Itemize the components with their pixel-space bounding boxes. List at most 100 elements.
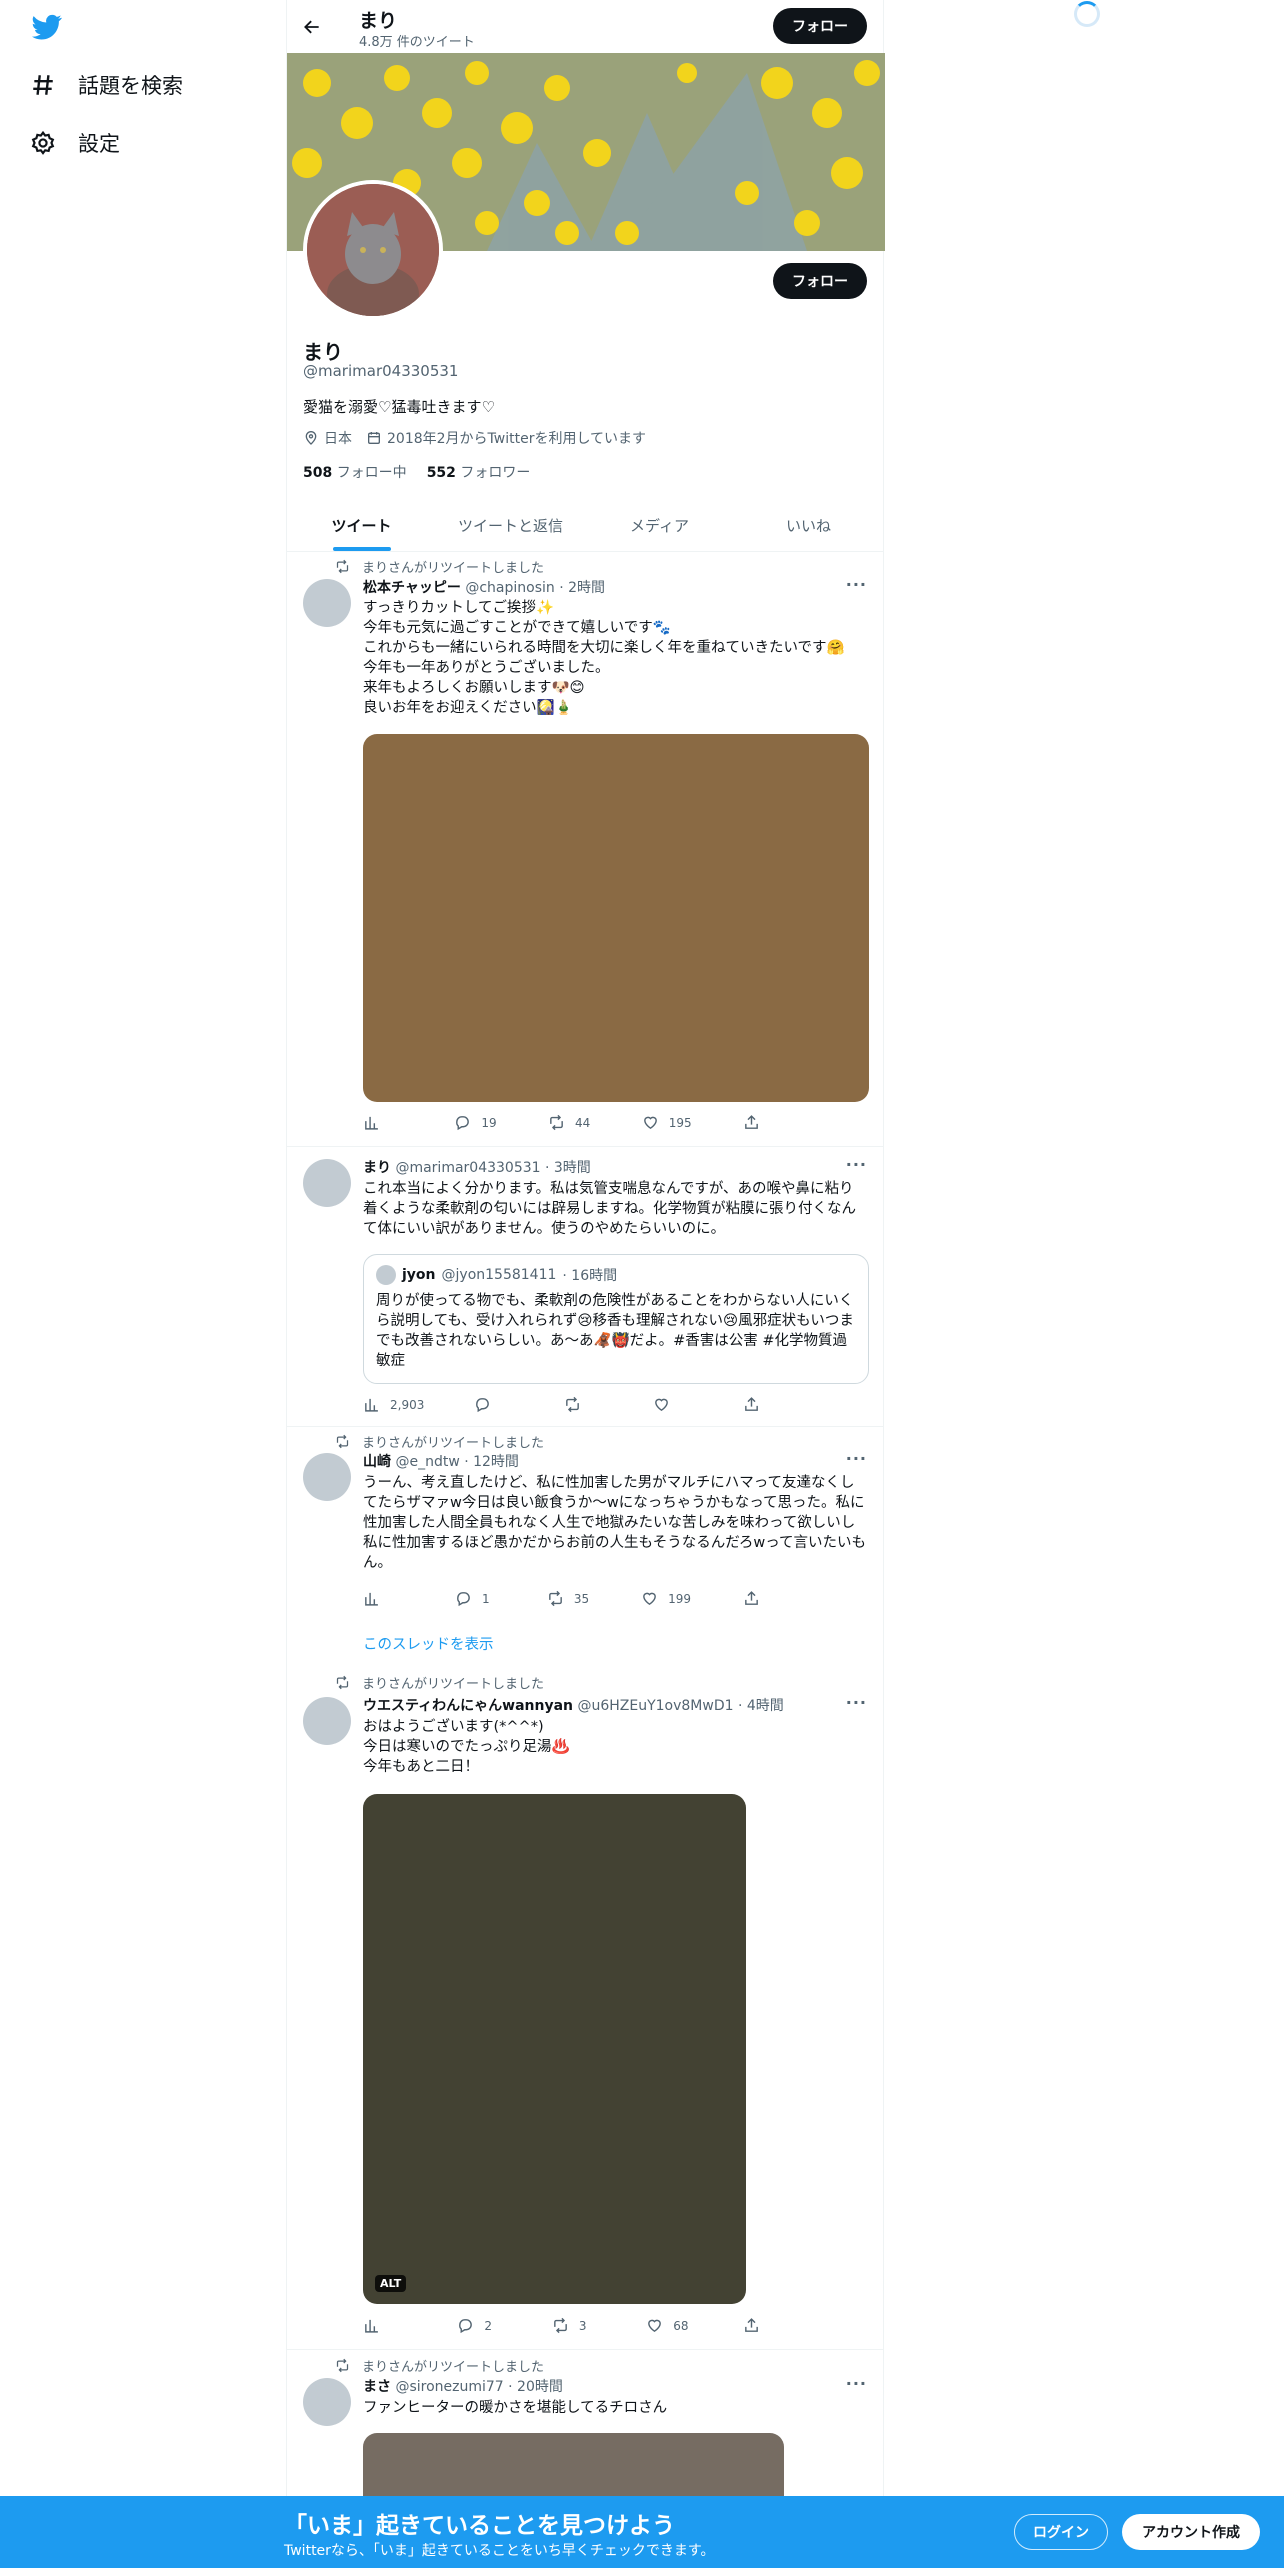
retweet-indicator: まりさんがリツイートしました [335, 2356, 544, 2375]
tweet[interactable]: まりさんがリツイートしました 山崎 @e_ndtw · 12時間 ··· うーん… [287, 1427, 883, 1667]
alt-badge[interactable]: ALT [375, 2275, 407, 2292]
followers-link[interactable]: 552 フォロワー [427, 462, 531, 482]
profile-meta: 日本 2018年2月からTwitterを利用しています [303, 428, 646, 448]
nav-settings[interactable]: 設定 [30, 128, 120, 158]
tweet-actions: 2 3 68 [363, 2317, 783, 2334]
like-button[interactable]: 195 [642, 1114, 692, 1131]
tweet[interactable]: まりさんがリツイートしました ウエスティわんにゃんwannyan @u6HZEu… [287, 1667, 883, 2350]
header-follow-button[interactable]: フォロー [773, 8, 867, 44]
tweet-text: ファンヒーターの暖かさを堪能してるチロさん [363, 2400, 668, 2416]
quoted-tweet-header: jyon @jyon15581411 · 16時間 [376, 1265, 617, 1285]
author-name[interactable]: まり [363, 1160, 391, 1176]
tweet-time[interactable]: · 3時間 [545, 1160, 591, 1176]
retweet-icon [553, 2317, 567, 2334]
author-name[interactable]: 松本チャッピー [363, 580, 461, 596]
retweet-button[interactable] [564, 1396, 604, 1413]
avatar[interactable] [303, 2378, 351, 2426]
reply-button[interactable]: 1 [455, 1590, 495, 1607]
share-button[interactable] [743, 1396, 783, 1413]
reply-count: 1 [481, 1591, 490, 1606]
author-name[interactable]: まさ [363, 2379, 391, 2395]
reply-icon [456, 1116, 470, 1131]
location-pin-icon [305, 431, 317, 445]
avatar[interactable] [303, 1159, 351, 1207]
avatar[interactable] [303, 1453, 351, 1501]
profile-bio: 愛猫を溺愛♡猛毒吐きます♡ [303, 398, 495, 416]
like-button[interactable]: 199 [641, 1590, 691, 1607]
quoted-tweet[interactable]: jyon @jyon15581411 · 16時間 周りが使ってる物でも、柔軟剤… [363, 1254, 869, 1384]
profile-location-text: 日本 [324, 431, 352, 447]
signup-button[interactable]: アカウント作成 [1122, 2514, 1260, 2550]
tweet-actions: 19 44 195 [363, 1114, 783, 1131]
like-button[interactable] [653, 1396, 693, 1413]
tweet[interactable]: まりさんがリツイートしました 松本チャッピー @chapinosin · 2時間… [287, 553, 883, 1147]
views-button[interactable] [363, 1590, 403, 1607]
reply-button[interactable]: 2 [457, 2317, 497, 2334]
analytics-icon [365, 1592, 378, 1606]
profile-follow-button[interactable]: フォロー [773, 263, 867, 299]
avatar[interactable] [303, 579, 351, 627]
tweet-time[interactable]: · 4時間 [738, 1698, 784, 1714]
author-handle[interactable]: @chapinosin [465, 580, 554, 596]
tweet-media[interactable]: ALT [363, 1794, 746, 2304]
views-count: 2,903 [390, 1397, 425, 1412]
author-handle[interactable]: @sironezumi77 [395, 2379, 503, 2395]
views-button[interactable] [363, 2317, 403, 2334]
profile-tabs: ツイート ツイートと返信 メディア いいね [287, 500, 883, 552]
author-name[interactable]: 山崎 [363, 1454, 391, 1470]
more-options-icon[interactable]: ··· [846, 2374, 867, 2393]
more-options-icon[interactable]: ··· [846, 1693, 867, 1712]
tab-likes[interactable]: いいね [734, 500, 883, 551]
tab-tweets-and-replies[interactable]: ツイートと返信 [436, 500, 585, 551]
following-link[interactable]: 508 フォロー中 [303, 462, 407, 482]
retweet-indicator: まりさんがリツイートしました [335, 1432, 544, 1451]
twitter-logo-icon[interactable] [30, 12, 66, 44]
reply-button[interactable] [474, 1396, 514, 1413]
like-count: 68 [673, 2318, 689, 2333]
tweet-time[interactable]: · 20時間 [508, 2379, 563, 2395]
tab-tweets[interactable]: ツイート [287, 500, 436, 551]
tweet-text: うーん、考え直したけど、私に性加害した男がマルチにハマって友達なくしてたらザマァ… [363, 1475, 866, 1571]
retweet-icon [565, 1396, 579, 1413]
profile-avatar[interactable] [303, 180, 443, 320]
profile-joined-text: 2018年2月からTwitterを利用しています [387, 431, 647, 447]
avatar[interactable] [303, 1697, 351, 1745]
share-button[interactable] [743, 2317, 783, 2334]
calendar-icon [368, 432, 380, 444]
tweet-text: おはようございます(*^^*) 今日は寒いのでたっぷり足湯♨️ 今年もあと二日！ [363, 1719, 570, 1775]
share-button[interactable] [743, 1590, 783, 1607]
more-options-icon[interactable]: ··· [846, 1449, 867, 1468]
retweeted-by-text: まりさんがリツイートしました [362, 2360, 545, 2375]
tweet-media[interactable] [363, 734, 869, 1102]
header-name: まり [359, 10, 398, 32]
back-button[interactable] [297, 12, 327, 42]
author-name[interactable]: ウエスティわんにゃんwannyan [363, 1698, 573, 1714]
author-handle[interactable]: @u6HZEuY1ov8MwD1 [577, 1698, 733, 1714]
views-button[interactable] [363, 1114, 403, 1131]
reply-count: 19 [481, 1115, 497, 1130]
tweet-time[interactable]: · 2時間 [559, 580, 605, 596]
more-options-icon[interactable]: ··· [846, 575, 867, 594]
views-button[interactable]: 2,903 [363, 1396, 424, 1413]
gear-icon [31, 130, 55, 155]
profile-follow-stats: 508 フォロー中 552 フォロワー [303, 462, 530, 482]
signup-banner: 「いま」起きていることを見つけよう Twitterなら、「いま」起きていることを… [0, 2496, 1284, 2568]
login-button[interactable]: ログイン [1014, 2514, 1108, 2550]
more-options-icon[interactable]: ··· [846, 1155, 867, 1174]
tab-media[interactable]: メディア [585, 500, 734, 551]
like-button[interactable]: 68 [646, 2317, 689, 2334]
tweet-header: ウエスティわんにゃんwannyan @u6HZEuY1ov8MwD1 · 4時間 [363, 1695, 784, 1715]
nav-explore[interactable]: 話題を検索 [30, 70, 183, 100]
tweet[interactable]: まり @marimar04330531 · 3時間 ··· これ本当によく分かり… [287, 1147, 883, 1427]
reply-button[interactable]: 19 [454, 1114, 497, 1131]
share-button[interactable] [743, 1114, 783, 1131]
author-handle[interactable]: @marimar04330531 [395, 1160, 540, 1176]
quoted-author-handle: @jyon15581411 [441, 1267, 557, 1283]
retweet-button[interactable]: 3 [552, 2317, 592, 2334]
retweet-button[interactable]: 35 [547, 1590, 589, 1607]
tweet-time[interactable]: · 12時間 [464, 1454, 519, 1470]
show-thread-link[interactable]: このスレッドを表示 [363, 1633, 494, 1654]
retweet-button[interactable]: 44 [548, 1114, 590, 1131]
author-handle[interactable]: @e_ndtw [395, 1454, 459, 1470]
retweet-icon [550, 1114, 563, 1131]
